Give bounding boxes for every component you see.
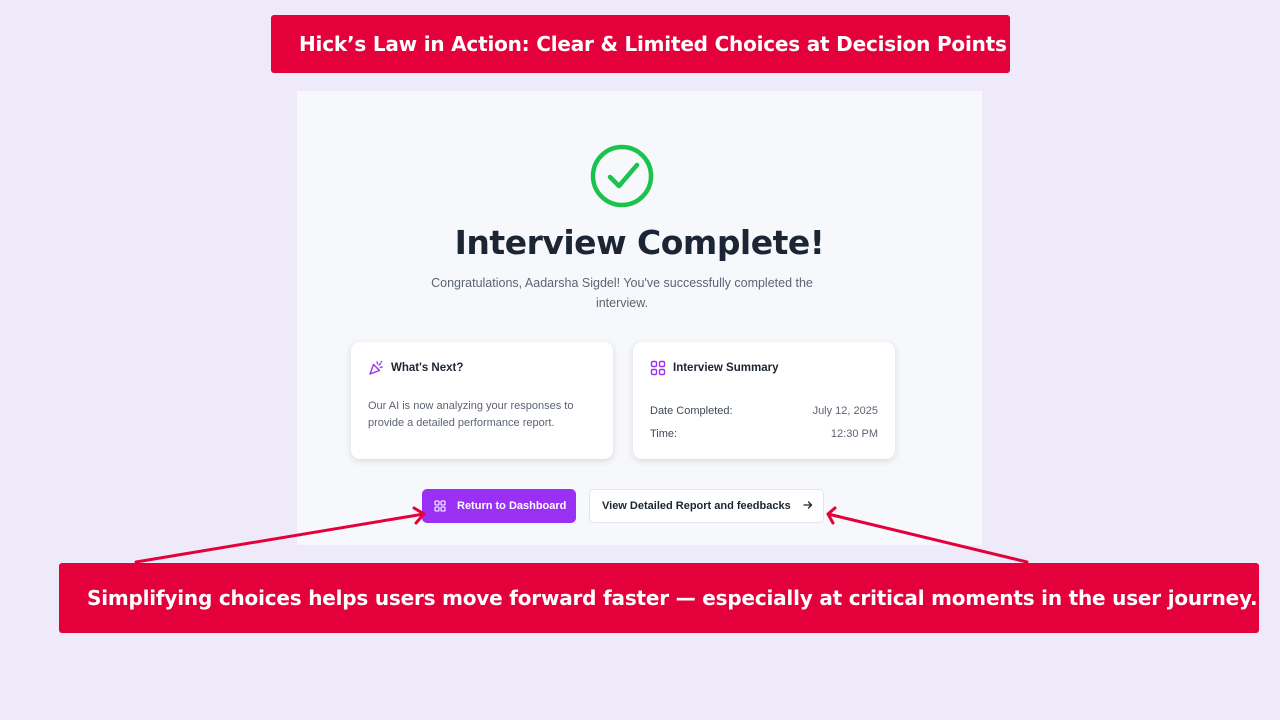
view-detailed-report-button[interactable]: View Detailed Report and feedbacks [589,489,824,523]
interview-complete-screen: Interview Complete! Congratulations, Aad… [297,91,982,545]
grid-icon [434,500,446,512]
time-value: 12:30 PM [830,428,878,440]
bottom-banner-text: Simplifying choices helps users move for… [87,586,1258,610]
arrow-right-icon [803,499,813,513]
party-popper-icon [368,360,384,376]
grid-icon [650,360,666,376]
view-detailed-report-label: View Detailed Report and feedbacks [602,500,791,512]
return-to-dashboard-button[interactable]: Return to Dashboard [422,489,576,523]
whats-next-heading: What's Next? [391,362,464,374]
interview-summary-heading: Interview Summary [673,362,779,374]
return-to-dashboard-label: Return to Dashboard [457,500,567,512]
date-completed-label: Date Completed: [650,405,733,417]
bottom-banner: Simplifying choices helps users move for… [59,563,1259,633]
page-subtitle: Congratulations, Aadarsha Sigdel! You've… [431,276,813,310]
whats-next-card: What's Next? Our AI is now analyzing you… [351,342,613,459]
top-banner-text: Hick’s Law in Action: Clear & Limited Ch… [299,32,1007,56]
page-title: Interview Complete! [454,223,825,262]
time-label: Time: [650,428,678,440]
date-completed-value: July 12, 2025 [812,405,878,417]
top-banner: Hick’s Law in Action: Clear & Limited Ch… [271,15,1010,73]
whats-next-body: Our AI is now analyzing your responses t… [368,400,574,429]
date-completed-row: Date Completed: July 12, 2025 [650,405,878,417]
success-check-icon [589,143,655,209]
time-row: Time: 12:30 PM [650,428,878,440]
interview-summary-card: Interview Summary Date Completed: July 1… [633,342,895,459]
